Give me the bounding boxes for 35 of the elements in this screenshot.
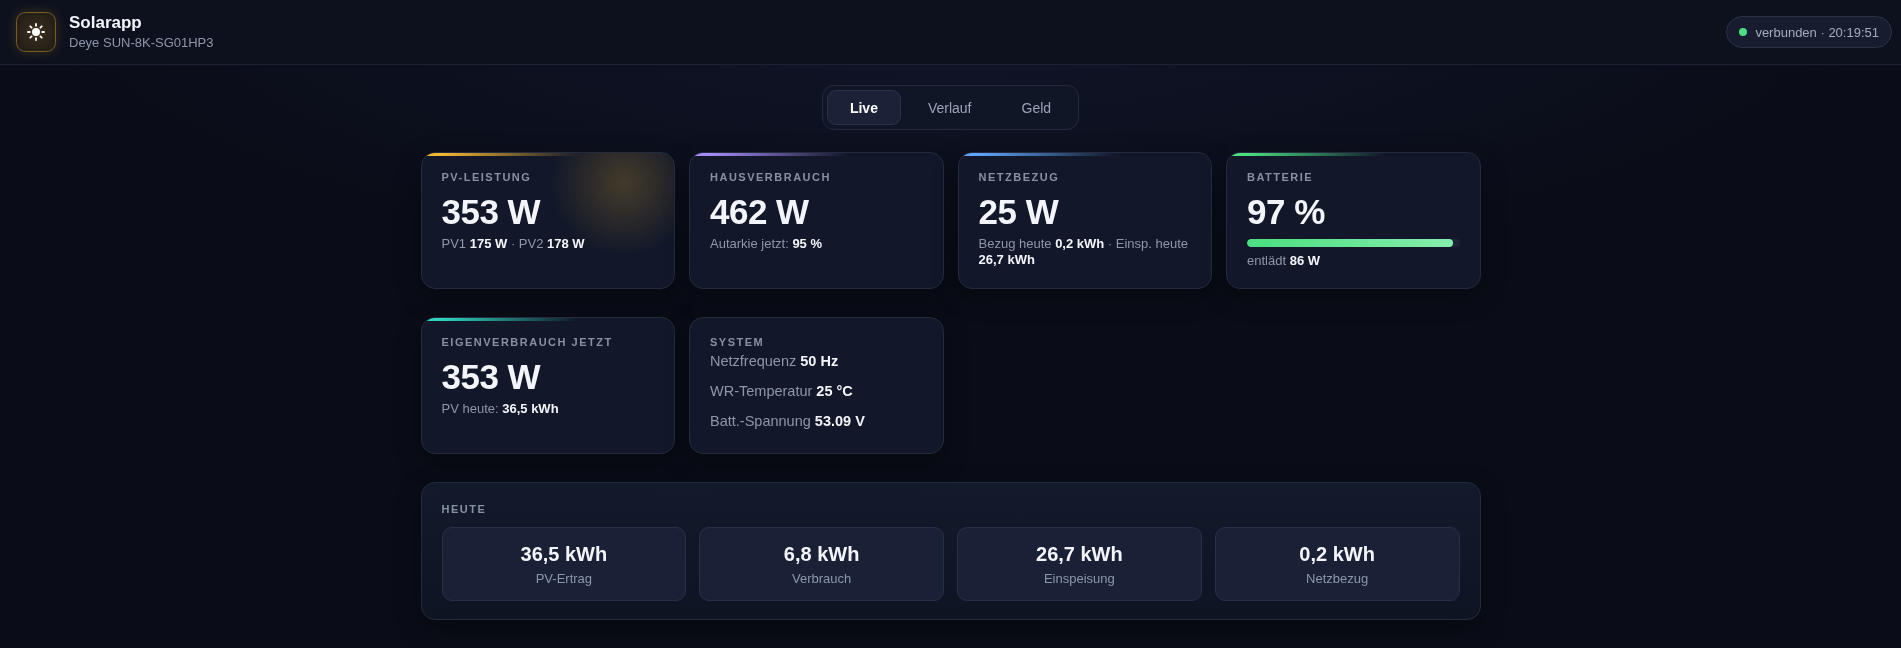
card-value: 353 W	[441, 357, 541, 397]
sun-icon	[16, 12, 56, 52]
card-title: BATTERIE	[1247, 170, 1314, 184]
tab[interactable]: Live	[826, 90, 901, 125]
tab[interactable]: Geld	[998, 90, 1075, 125]
card-title: HAUSVERBRAUCH	[710, 170, 831, 184]
card-detail: Bezug heute 0,2 kWh · Einsp. heute 26,7 kWh	[978, 236, 1190, 268]
card-detail: PV heute: 36,5 kWh	[441, 401, 559, 417]
system-row-text: Batt.-Spannung 53.09 V	[710, 412, 865, 431]
card-title: EIGENVERBRAUCH JETZT	[441, 335, 613, 349]
card-value: 353 W	[441, 192, 541, 232]
stat-value: 0,2 kWh	[1299, 542, 1375, 566]
stat-value: 26,7 kWh	[1036, 542, 1123, 566]
system-row-text: WR-Temperatur 25 °C	[710, 382, 853, 401]
card-value: 462 W	[710, 192, 809, 232]
panel-title: HEUTE	[441, 502, 487, 516]
tab[interactable]: Verlauf	[904, 90, 995, 125]
stat-label: Netzbezug	[1306, 570, 1369, 588]
card-title: SYSTEM	[710, 335, 765, 349]
card-detail: PV1 175 W · PV2 178 W	[441, 236, 585, 252]
stat-value: 6,8 kWh	[783, 542, 860, 566]
card-value: 25 W	[978, 192, 1059, 232]
stat-label: Einspeisung	[1043, 570, 1115, 588]
card-detail: Autarkie jetzt: 95 %	[710, 236, 822, 252]
app-title: Solarapp	[69, 13, 142, 33]
card-title: PV-LEISTUNG	[441, 170, 532, 184]
system-row-text: Netzfrequenz 50 Hz	[710, 352, 839, 371]
device-name: Deye SUN-8K-SG01HP3	[69, 35, 214, 51]
stat-value: 36,5 kWh	[520, 542, 608, 566]
stat-label: PV-Ertrag	[535, 570, 593, 588]
card-detail: entlädt 86 W	[1247, 253, 1320, 269]
card-value: 97 %	[1247, 192, 1325, 232]
card-title: NETZBEZUG	[978, 170, 1060, 184]
stat-label: Verbrauch	[792, 570, 852, 588]
status-text: verbunden · 20:19:51	[1755, 24, 1879, 40]
